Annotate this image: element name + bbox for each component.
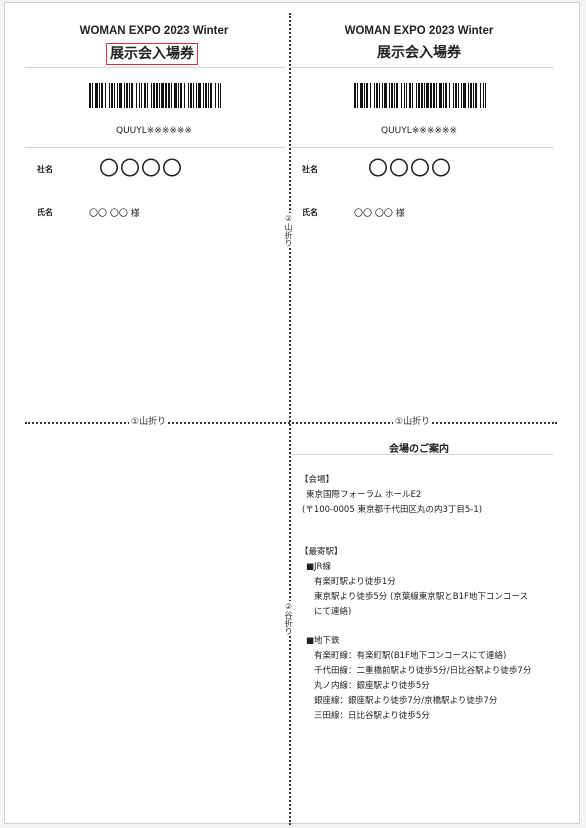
company-label: 社名 [302, 165, 318, 174]
barcode [354, 83, 486, 108]
subway-line: 有楽町線：有楽町駅(B1F地下コンコースにて連絡) [314, 651, 507, 661]
ticket-sheet: ②山折り ②谷折り ①山折り ①山折り WOMAN EXPO 2023 Wint… [4, 2, 580, 825]
ticket-title: 展示会入場券 [377, 45, 461, 61]
subway-line: 千代田線：二重橋前駅より徒歩5分/日比谷駅より徒歩7分 [314, 666, 532, 676]
name-value: 〇〇 〇〇 様 [354, 209, 405, 219]
horizontal-fold-line [25, 422, 557, 424]
jr-line: にて連絡) [314, 607, 352, 617]
event-title: WOMAN EXPO 2023 Winter [344, 25, 494, 37]
venue-guide-title: 会場のご案内 [389, 444, 449, 455]
ticket-code: QUUYL※※※※※※ [115, 126, 193, 136]
subway-line: 三田線：日比谷駅より徒歩5分 [314, 711, 430, 721]
subway-line: 丸ノ内線：銀座駅より徒歩5分 [314, 681, 430, 691]
venue-heading: 【会場】 [300, 475, 335, 485]
divider [290, 454, 554, 455]
subway-heading: ■地下鉄 [306, 636, 340, 646]
ticket-title: 展示会入場券 [106, 43, 198, 65]
divider [25, 67, 285, 68]
divider [290, 147, 554, 148]
vertical-fold-label-top: ②山折り [283, 213, 293, 248]
company-value: 〇〇〇〇 [368, 156, 452, 180]
jr-heading: ■JR線 [306, 562, 331, 572]
company-label: 社名 [37, 165, 53, 174]
subway-line: 銀座線：銀座駅より徒歩7分/京橋駅より徒歩7分 [314, 696, 498, 706]
horizontal-fold-label-left: ①山折り [129, 417, 169, 427]
station-heading: 【最寄駅】 [300, 547, 343, 557]
horizontal-fold-label-right: ①山折り [393, 417, 433, 427]
divider [25, 147, 285, 148]
venue-name: 東京国際フォーラム ホールE2 [306, 490, 422, 500]
venue-address: (〒100-0005 東京都千代田区丸の内3丁目5-1) [302, 505, 483, 515]
vertical-fold-label-bottom: ②谷折り [283, 601, 293, 636]
company-value: 〇〇〇〇 [99, 156, 183, 180]
name-label: 氏名 [302, 208, 318, 217]
barcode [89, 83, 221, 108]
jr-line: 東京駅より徒歩5分 (京葉線東京駅とB1F地下コンコース [314, 592, 528, 602]
ticket-code: QUUYL※※※※※※ [380, 126, 458, 136]
name-value: 〇〇 〇〇 様 [89, 209, 140, 219]
name-label: 氏名 [37, 208, 53, 217]
jr-line: 有楽町駅より徒歩1分 [314, 577, 396, 587]
divider [290, 67, 554, 68]
event-title: WOMAN EXPO 2023 Winter [79, 25, 229, 37]
